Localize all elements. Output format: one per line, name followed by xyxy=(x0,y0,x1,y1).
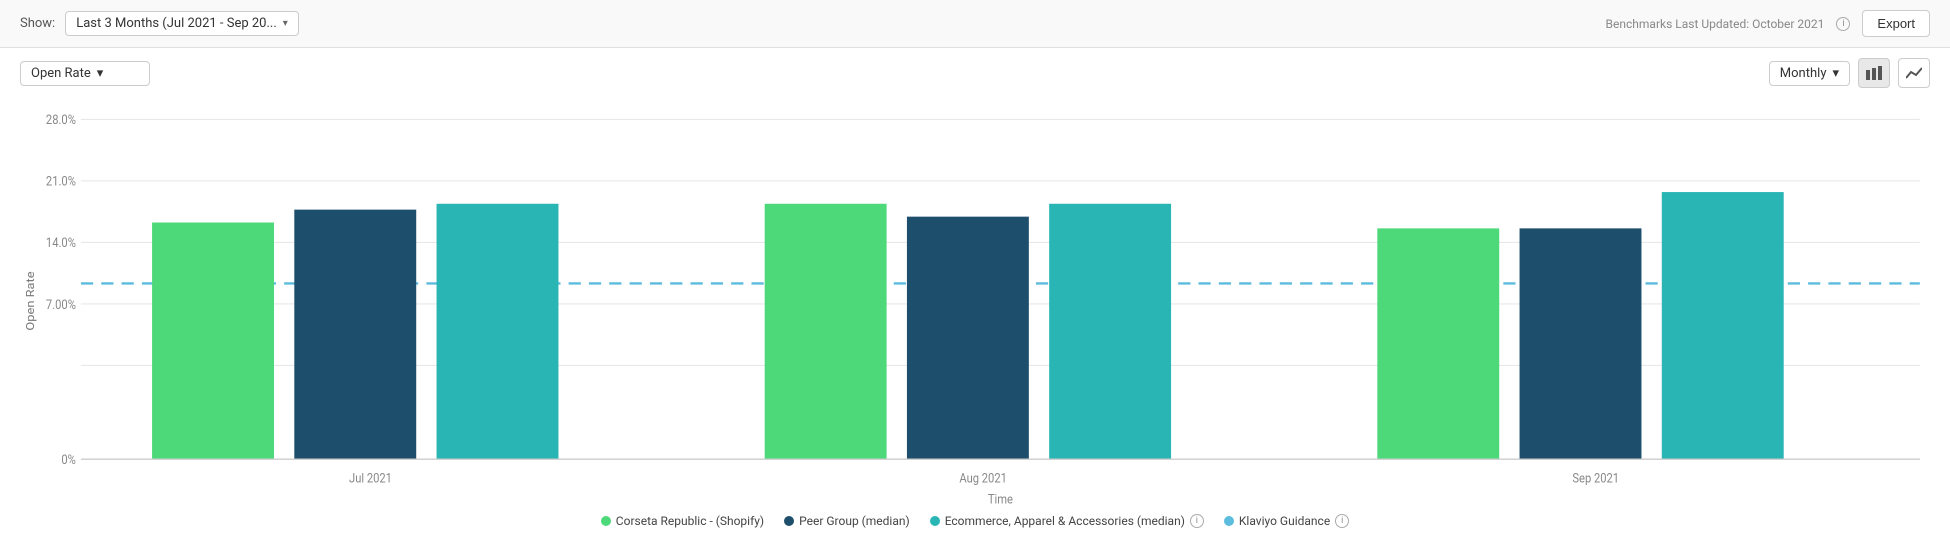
bar-jul-ecom xyxy=(437,204,559,459)
show-label: Show: xyxy=(20,16,55,31)
legend-dot-ecom xyxy=(930,516,940,526)
svg-text:14.0%: 14.0% xyxy=(46,235,76,250)
legend-label-klaviyo: Klaviyo Guidance xyxy=(1239,514,1330,528)
bar-sep-ecom xyxy=(1662,192,1784,459)
date-range-dropdown[interactable]: Last 3 Months (Jul 2021 - Sep 20... ▾ xyxy=(65,11,299,36)
metric-label: Open Rate xyxy=(31,66,91,81)
bar-sep-corseta xyxy=(1377,228,1499,459)
svg-text:Sep 2021: Sep 2021 xyxy=(1572,471,1619,486)
metric-dropdown[interactable]: Open Rate ▾ xyxy=(20,61,150,86)
bar-chart-icon xyxy=(1866,66,1882,80)
frequency-label: Monthly xyxy=(1780,66,1827,81)
line-chart-icon xyxy=(1906,66,1922,80)
legend-label-corseta: Corseta Republic - (Shopify) xyxy=(616,514,764,528)
bar-jul-peer xyxy=(294,210,416,460)
bar-chart-button[interactable] xyxy=(1858,58,1890,88)
svg-text:Open Rate: Open Rate xyxy=(24,271,37,330)
ecom-info-icon[interactable]: i xyxy=(1190,514,1204,528)
date-range-value: Last 3 Months (Jul 2021 - Sep 20... xyxy=(76,16,277,31)
legend-item-peer: Peer Group (median) xyxy=(784,514,910,528)
legend-item-ecom: Ecommerce, Apparel & Accessories (median… xyxy=(930,514,1204,528)
right-chart-controls: Monthly ▾ xyxy=(1769,58,1930,88)
svg-text:Time: Time xyxy=(988,492,1013,506)
export-button[interactable]: Export xyxy=(1862,10,1930,37)
legend-dot-peer xyxy=(784,516,794,526)
svg-text:28.0%: 28.0% xyxy=(46,112,76,127)
chart-svg-container: Open Rate 28.0% 21.0% 14.0 xyxy=(20,96,1930,506)
bar-chart-svg: Open Rate 28.0% 21.0% 14.0 xyxy=(20,96,1930,506)
benchmark-text: Benchmarks Last Updated: October 2021 xyxy=(1606,17,1825,31)
chevron-down-icon: ▾ xyxy=(283,18,288,29)
svg-text:21.0%: 21.0% xyxy=(46,174,76,189)
page-container: Show: Last 3 Months (Jul 2021 - Sep 20..… xyxy=(0,0,1950,538)
top-bar: Show: Last 3 Months (Jul 2021 - Sep 20..… xyxy=(0,0,1950,48)
svg-text:0%: 0% xyxy=(61,452,76,467)
bar-jul-corseta xyxy=(152,223,274,460)
legend-label-peer: Peer Group (median) xyxy=(799,514,910,528)
show-section: Show: Last 3 Months (Jul 2021 - Sep 20..… xyxy=(20,11,299,36)
legend-item-corseta: Corseta Republic - (Shopify) xyxy=(601,514,764,528)
svg-text:Jul 2021: Jul 2021 xyxy=(349,471,392,486)
legend-dot-klaviyo xyxy=(1224,516,1234,526)
metric-chevron-icon: ▾ xyxy=(97,66,104,81)
top-right-section: Benchmarks Last Updated: October 2021 i … xyxy=(1606,10,1930,37)
legend-item-klaviyo: Klaviyo Guidance i xyxy=(1224,514,1349,528)
benchmark-info-icon[interactable]: i xyxy=(1836,17,1850,31)
chart-legend: Corseta Republic - (Shopify) Peer Group … xyxy=(20,506,1930,538)
frequency-chevron-icon: ▾ xyxy=(1832,66,1839,81)
klaviyo-info-icon[interactable]: i xyxy=(1335,514,1349,528)
bar-aug-ecom xyxy=(1049,204,1171,459)
bar-aug-peer xyxy=(907,217,1029,459)
bar-sep-peer xyxy=(1520,228,1642,459)
legend-dot-corseta xyxy=(601,516,611,526)
chart-wrapper: Open Rate 28.0% 21.0% 14.0 xyxy=(20,96,1930,538)
legend-label-ecom: Ecommerce, Apparel & Accessories (median… xyxy=(945,514,1185,528)
line-chart-button[interactable] xyxy=(1898,58,1930,88)
bar-aug-corseta xyxy=(765,204,887,459)
chart-controls: Open Rate ▾ Monthly ▾ xyxy=(20,58,1930,88)
svg-text:Aug 2021: Aug 2021 xyxy=(959,471,1007,486)
chart-area: Open Rate ▾ Monthly ▾ xyxy=(0,48,1950,538)
frequency-dropdown[interactable]: Monthly ▾ xyxy=(1769,61,1850,86)
svg-text:7.00%: 7.00% xyxy=(46,297,76,312)
